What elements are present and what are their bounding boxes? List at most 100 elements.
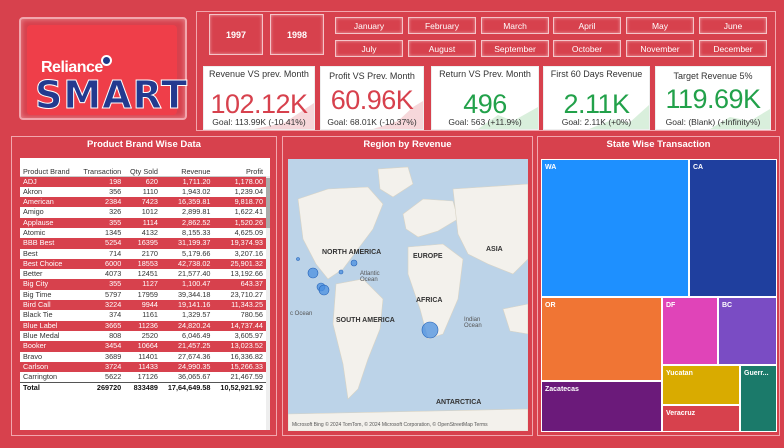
table-row[interactable]: Akron 356 1110 1,943.02 1,239.04 [20, 186, 266, 198]
table-cell: 7423 [124, 197, 161, 208]
table-cell: Better [20, 269, 77, 280]
column-header[interactable]: Transaction [76, 158, 125, 177]
column-header[interactable]: Revenue [160, 158, 214, 177]
table-row[interactable]: ADJ 198 620 1,711.20 1,178.00 [20, 176, 266, 187]
month-october[interactable]: October [553, 40, 621, 57]
table-cell: 1,943.02 [160, 186, 214, 198]
table-cell: 24,990.35 [160, 361, 214, 373]
table-cell: 14,737.44 [213, 320, 266, 331]
table-cell: 643.37 [213, 279, 266, 290]
table-row[interactable]: Best 714 2170 5,179.66 3,207.16 [20, 248, 266, 259]
table-cell: Best [20, 248, 77, 259]
column-header[interactable]: Profit [213, 158, 266, 177]
treemap-tile-or[interactable]: OR [541, 297, 662, 381]
month-september[interactable]: September [481, 40, 549, 57]
table-row[interactable]: Big City 355 1127 1,100.47 643.37 [20, 279, 266, 290]
brand-table: Product Brand Transaction Qty Sold Revenue P… [20, 158, 270, 430]
month-april[interactable]: April [553, 17, 621, 34]
month-july[interactable]: July [335, 40, 403, 57]
table-cell: American [20, 197, 77, 208]
kpi-card-revenue: Revenue VS prev. Month 102.12K Goal: 113… [203, 66, 315, 130]
table-row[interactable]: Amigo 326 1012 2,899.81 1,622.41 [20, 207, 266, 218]
table-cell: 5797 [76, 289, 125, 301]
table-row[interactable]: Bird Call 3224 9944 19,141.16 11,343.25 [20, 300, 266, 311]
column-header[interactable]: Qty Sold [124, 158, 161, 177]
kpi-goal: Goal: 2.11K (+0%) [561, 117, 632, 127]
table-cell: 17959 [124, 289, 161, 301]
table-cell: 3724 [76, 361, 125, 373]
table-cell: 808 [76, 330, 125, 342]
table-cell: 780.56 [213, 310, 266, 321]
month-december[interactable]: December [699, 40, 767, 57]
column-header[interactable]: Product Brand [20, 158, 77, 177]
table-row[interactable]: Bravo 3689 11401 27,674.36 16,336.82 [20, 351, 266, 362]
treemap-tile-bc[interactable]: BC [718, 297, 777, 365]
month-june[interactable]: June [699, 17, 767, 34]
table-cell: Blue Label [20, 320, 77, 331]
table-row[interactable]: Blue Label 3665 11236 24,820.24 14,737.44 [20, 320, 266, 331]
month-march[interactable]: March [481, 17, 549, 34]
kpi-goal: Goal: (Blank) (+Infinity%) [665, 117, 761, 127]
treemap-tile-df[interactable]: DF [662, 297, 718, 365]
treemap-tile-guerrero[interactable]: Guerr... [740, 365, 777, 432]
treemap-tile-zacatecas[interactable]: Zacatecas [541, 381, 662, 432]
table-scrollbar[interactable] [266, 176, 270, 430]
treemap-tile-wa[interactable]: WA [541, 159, 689, 297]
table-cell: 2384 [76, 197, 125, 208]
table-cell: 2520 [124, 330, 161, 342]
table-cell: 21,457.25 [160, 341, 214, 352]
month-may[interactable]: May [626, 17, 694, 34]
kpi-value: 60.96K [330, 85, 414, 115]
kpi-value: 119.69K [665, 84, 761, 114]
month-august[interactable]: August [408, 40, 476, 57]
tile-label: CA [693, 164, 704, 171]
table-cell: Bravo [20, 351, 77, 362]
table-row[interactable]: Better 4073 12451 21,577.40 13,192.66 [20, 269, 266, 280]
table-row[interactable]: Applause 355 1114 2,862.52 1,520.26 [20, 217, 266, 228]
table-cell: 18553 [124, 258, 161, 270]
map-label-europe: EUROPE [413, 253, 443, 260]
table-cell: 27,674.36 [160, 351, 214, 362]
table-cell: 1,239.04 [213, 186, 266, 198]
table-cell: 25,901.32 [213, 258, 266, 270]
table-row[interactable]: Best Choice 6000 18553 42,738.02 25,901.32 [20, 258, 266, 270]
tile-label: BC [722, 302, 733, 309]
table-cell: 3224 [76, 300, 125, 311]
region-map[interactable]: NORTH AMERICA EUROPE ASIA AFRICA SOUTH A… [288, 159, 528, 431]
map-label-indian: Indian Ocean [464, 317, 482, 329]
table-cell: Big Time [20, 289, 77, 301]
table-row[interactable]: Atomic 1345 4132 8,155.33 4,625.09 [20, 227, 266, 239]
kpi-value: 2.11K [563, 89, 630, 119]
table-row[interactable]: Carrington 5622 17126 36,065.67 21,467.59 [20, 372, 266, 383]
world-map [288, 159, 528, 431]
table-cell: Applause [20, 217, 77, 228]
table-cell: 19,141.16 [160, 300, 214, 311]
tile-label: Guerr... [744, 370, 769, 377]
treemap-tile-yucatan[interactable]: Yucatan [662, 365, 740, 405]
month-february[interactable]: February [408, 17, 476, 34]
table-row[interactable]: Blue Medal 808 2520 6,046.49 3,605.97 [20, 330, 266, 342]
table-row[interactable]: Carlson 3724 11433 24,990.35 15,266.33 [20, 361, 266, 373]
treemap-tile-ca[interactable]: CA [689, 159, 777, 297]
table-row[interactable]: Black Tie 374 1161 1,329.57 780.56 [20, 310, 266, 321]
table-cell: ADJ [20, 176, 77, 187]
table-row[interactable]: Big Time 5797 17959 39,344.18 23,710.27 [20, 289, 266, 301]
table-cell: 12451 [124, 269, 161, 280]
month-november[interactable]: November [626, 40, 694, 57]
table-cell: 42,738.02 [160, 258, 214, 270]
year-slicer-1998[interactable]: 1998 [270, 14, 324, 55]
treemap-tile-veracruz[interactable]: Veracruz [662, 405, 740, 432]
kpi-goal: Goal: 563 (+11.9%) [448, 117, 522, 127]
scrollbar-thumb[interactable] [266, 178, 270, 228]
table-cell: 356 [76, 186, 125, 198]
table-row[interactable]: Booker 3454 10664 21,457.25 13,023.52 [20, 341, 266, 352]
month-january[interactable]: January [335, 17, 403, 34]
year-slicer-1997[interactable]: 1997 [209, 14, 263, 55]
tile-label: DF [666, 302, 676, 309]
table-row[interactable]: American 2384 7423 16,359.81 9,818.70 [20, 197, 266, 208]
table-row[interactable]: BBB Best 5254 16395 31,199.37 19,374.93 [20, 238, 266, 249]
table-cell: 3665 [76, 320, 125, 331]
brand-panel-title: Product Brand Wise Data [87, 139, 201, 150]
total-cell: 17,64,649.58 [160, 382, 214, 394]
map-label-antarctica: ANTARCTICA [436, 399, 482, 406]
